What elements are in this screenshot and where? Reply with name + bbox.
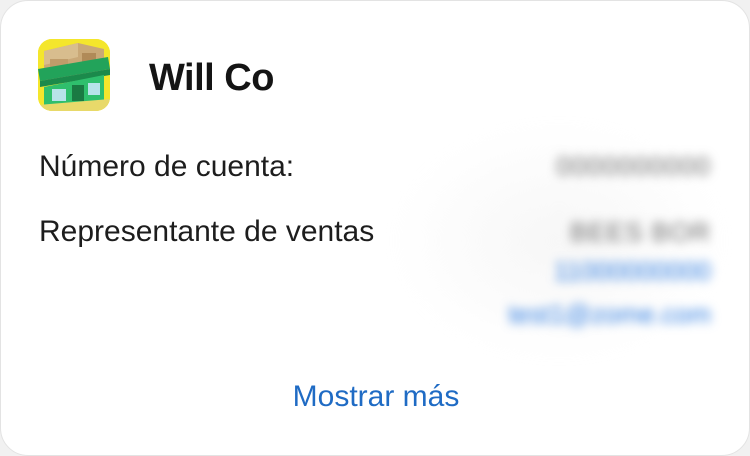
sales-rep-label: Representante de ventas — [39, 215, 375, 248]
vendor-name: Will Co — [149, 57, 274, 99]
show-more-button[interactable]: Mostrar más — [1, 376, 749, 418]
account-number-label: Número de cuenta: — [39, 150, 295, 183]
sales-rep-phone-link[interactable]: 11000000000 — [554, 254, 711, 288]
storefront-icon — [38, 39, 110, 111]
vendor-card: Will Co Número de cuenta: 0000000000 Rep… — [0, 0, 750, 456]
sales-rep-email-link[interactable]: test1@zome.com — [508, 297, 711, 331]
sales-rep-name: BEES BOR — [570, 217, 711, 247]
account-number-value: 0000000000 — [556, 151, 711, 181]
